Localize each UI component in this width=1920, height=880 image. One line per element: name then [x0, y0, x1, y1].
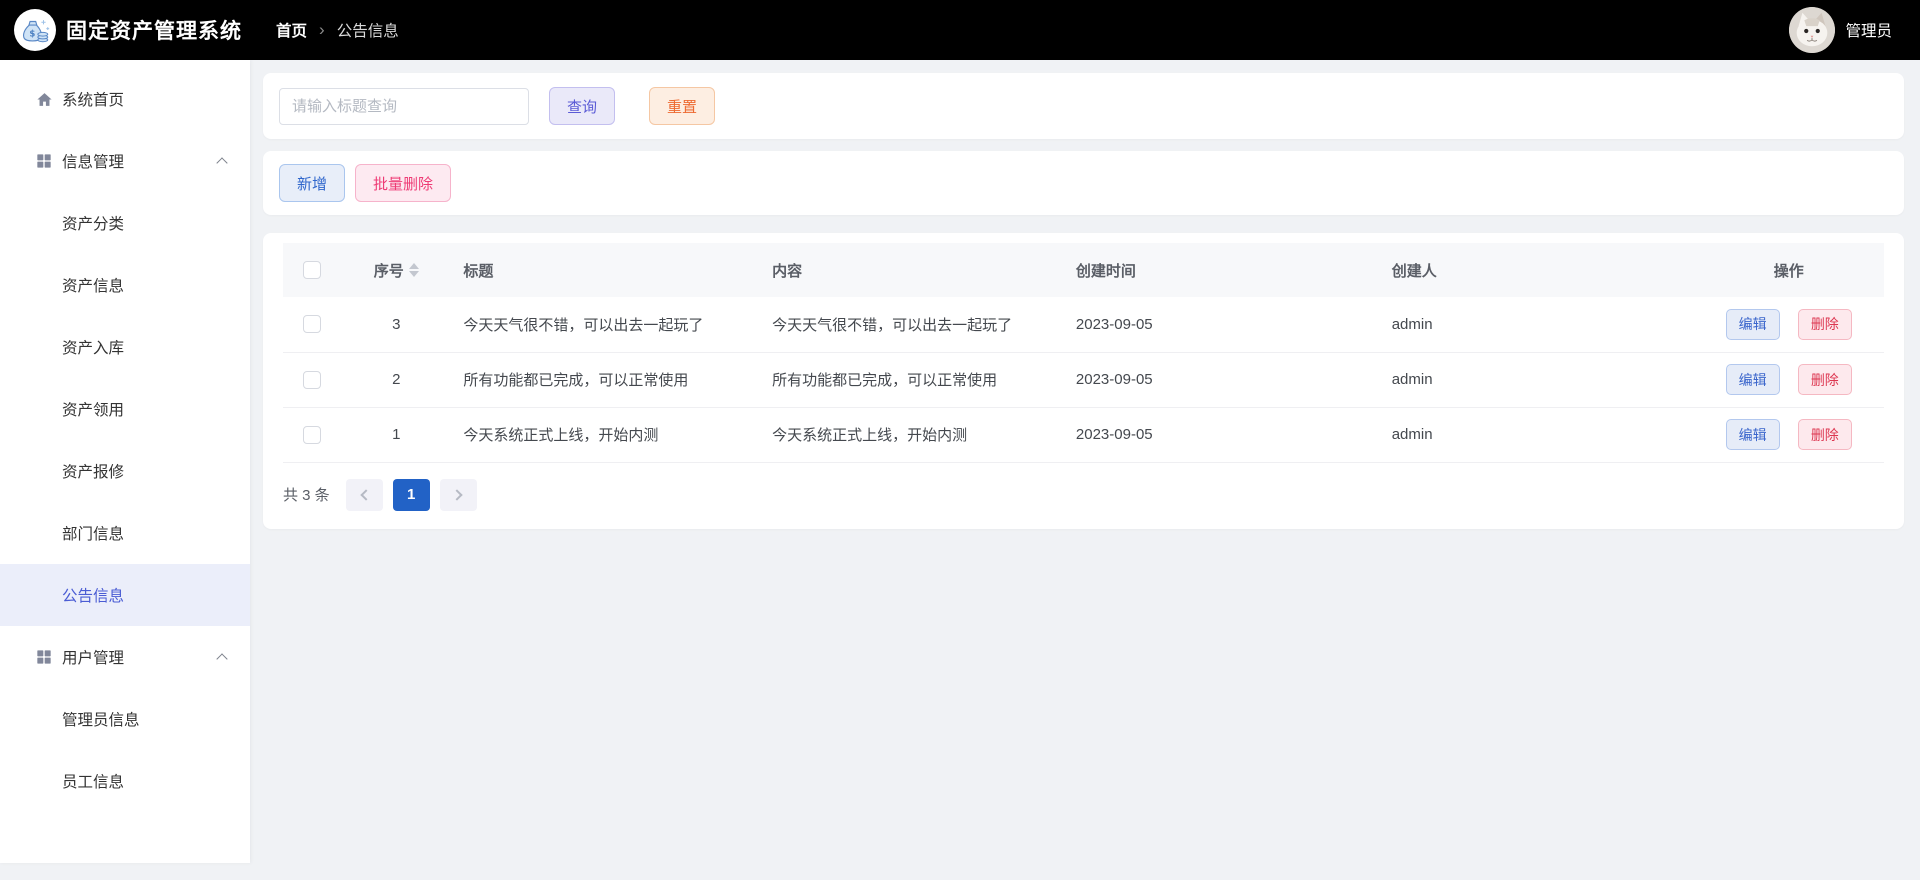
- sidebar-item-label: 系统首页: [62, 92, 125, 109]
- cell-title: 今天天气很不错，可以出去一起玩了: [447, 297, 757, 353]
- cell-seq: 2: [345, 352, 448, 408]
- sidebar-item-info-mgmt[interactable]: 信息管理: [0, 130, 250, 192]
- cell-title: 所有功能都已完成，可以正常使用: [447, 352, 757, 408]
- breadcrumb-home[interactable]: 首页: [276, 19, 307, 41]
- sidebar-item-label: 用户管理: [62, 650, 125, 667]
- sidebar-item-label: 资产信息: [62, 278, 125, 295]
- cell-seq: 3: [345, 297, 448, 353]
- breadcrumb-separator-icon: ›: [319, 20, 325, 39]
- sidebar-item-label: 公告信息: [62, 588, 125, 605]
- sidebar-item-asset-info[interactable]: 资产信息: [0, 254, 250, 316]
- cell-content: 所有功能都已完成，可以正常使用: [756, 352, 1060, 408]
- title-search-input[interactable]: [279, 87, 529, 125]
- column-header-title: 标题: [447, 243, 757, 297]
- svg-text:$: $: [29, 29, 35, 39]
- row-checkbox[interactable]: [303, 425, 321, 444]
- sidebar: 系统首页 信息管理 资产分类 资产信息 资产入库 资产领用 资产报修 部门信息 …: [0, 60, 250, 863]
- breadcrumb: 首页 › 公告信息: [276, 19, 399, 41]
- search-card: 查询 重置: [263, 73, 1904, 139]
- grid-icon: [36, 153, 53, 170]
- grid-icon: [36, 649, 53, 666]
- cell-seq: 1: [345, 407, 448, 463]
- sort-caret-icon[interactable]: [408, 263, 419, 277]
- sidebar-item-asset-use[interactable]: 资产领用: [0, 378, 250, 440]
- column-header-created: 创建时间: [1059, 243, 1376, 297]
- table-header-row: 序号 标题 内容 创建时间 创建人 操作: [283, 243, 1884, 297]
- app-title: 固定资产管理系统: [66, 20, 242, 43]
- sidebar-item-label: 资产入库: [62, 340, 125, 357]
- pagination-total: 共 3 条: [283, 487, 330, 504]
- add-button[interactable]: 新增: [279, 164, 346, 202]
- batch-delete-button[interactable]: 批量删除: [355, 164, 452, 202]
- user-menu[interactable]: 管理员: [1789, 7, 1892, 53]
- cell-created: 2023-09-05: [1059, 407, 1376, 463]
- sidebar-item-label: 信息管理: [62, 154, 125, 171]
- chevron-right-icon: [451, 488, 463, 501]
- delete-button[interactable]: 删除: [1797, 364, 1852, 395]
- pagination-prev-button[interactable]: [345, 478, 383, 511]
- cell-content: 今天天气很不错，可以出去一起玩了: [756, 297, 1060, 353]
- cell-content: 今天系统正式上线，开始内测: [756, 407, 1060, 463]
- announcement-table: 序号 标题 内容 创建时间 创建人 操作 3 今天天气很不错，可以出去一起玩了 …: [283, 243, 1884, 463]
- app-logo: $: [14, 9, 56, 51]
- column-header-seq: 序号: [373, 262, 404, 280]
- column-header-ops: 操作: [1693, 243, 1884, 297]
- home-icon: [36, 91, 53, 108]
- table-row: 2 所有功能都已完成，可以正常使用 所有功能都已完成，可以正常使用 2023-0…: [283, 352, 1884, 408]
- sidebar-item-dept-info[interactable]: 部门信息: [0, 502, 250, 564]
- cell-creator: admin: [1375, 352, 1694, 408]
- sidebar-item-label: 资产报修: [62, 464, 125, 481]
- toolbar-card: 新增 批量删除: [263, 151, 1904, 215]
- select-all-checkbox[interactable]: [303, 261, 321, 280]
- edit-button[interactable]: 编辑: [1725, 308, 1780, 340]
- column-header-content: 内容: [756, 243, 1060, 297]
- cell-creator: admin: [1375, 297, 1694, 353]
- table-card: 序号 标题 内容 创建时间 创建人 操作 3 今天天气很不错，可以出去一起玩了 …: [263, 233, 1904, 529]
- cell-created: 2023-09-05: [1059, 297, 1376, 353]
- sidebar-item-employee-info[interactable]: 员工信息: [0, 750, 250, 812]
- money-bag-icon: $: [22, 20, 50, 43]
- edit-button[interactable]: 编辑: [1725, 419, 1780, 450]
- sidebar-item-home[interactable]: 系统首页: [0, 68, 250, 130]
- sidebar-item-label: 部门信息: [62, 526, 125, 543]
- user-avatar[interactable]: [1789, 7, 1836, 53]
- table-row: 3 今天天气很不错，可以出去一起玩了 今天天气很不错，可以出去一起玩了 2023…: [283, 297, 1884, 353]
- chevron-up-icon: [216, 157, 228, 169]
- chevron-up-icon: [216, 653, 228, 665]
- sidebar-item-label: 资产领用: [62, 402, 125, 419]
- sidebar-item-label: 资产分类: [62, 216, 125, 233]
- app-header: $ 固定资产管理系统 首页 › 公告信息 管理员: [0, 0, 1920, 60]
- delete-button[interactable]: 删除: [1797, 308, 1852, 340]
- reset-button[interactable]: 重置: [649, 87, 716, 125]
- sidebar-item-user-mgmt[interactable]: 用户管理: [0, 626, 250, 688]
- table-row: 1 今天系统正式上线，开始内测 今天系统正式上线，开始内测 2023-09-05…: [283, 407, 1884, 463]
- edit-button[interactable]: 编辑: [1725, 364, 1780, 395]
- sidebar-item-asset-category[interactable]: 资产分类: [0, 192, 250, 254]
- cat-avatar-icon: [1789, 7, 1836, 53]
- sidebar-item-label: 员工信息: [62, 774, 125, 791]
- query-button[interactable]: 查询: [549, 87, 616, 125]
- pagination: 共 3 条 1: [283, 478, 1884, 511]
- sidebar-item-asset-repair[interactable]: 资产报修: [0, 440, 250, 502]
- user-name: 管理员: [1845, 23, 1892, 40]
- cell-title: 今天系统正式上线，开始内测: [447, 407, 757, 463]
- sidebar-menu: 系统首页 信息管理 资产分类 资产信息 资产入库 资产领用 资产报修 部门信息 …: [0, 68, 250, 812]
- pagination-current-page[interactable]: 1: [392, 478, 430, 511]
- main-content: 查询 重置 新增 批量删除 序号: [250, 60, 1920, 880]
- column-header-creator: 创建人: [1375, 243, 1694, 297]
- row-checkbox[interactable]: [303, 315, 321, 334]
- chevron-left-icon: [360, 488, 372, 501]
- sidebar-item-notice-info[interactable]: 公告信息: [0, 564, 250, 626]
- delete-button[interactable]: 删除: [1797, 419, 1852, 450]
- sidebar-item-label: 管理员信息: [62, 712, 140, 729]
- pagination-next-button[interactable]: [439, 478, 477, 511]
- cell-created: 2023-09-05: [1059, 352, 1376, 408]
- cell-creator: admin: [1375, 407, 1694, 463]
- row-checkbox[interactable]: [303, 370, 321, 389]
- breadcrumb-current: 公告信息: [336, 23, 399, 40]
- sidebar-item-admin-info[interactable]: 管理员信息: [0, 688, 250, 750]
- sidebar-item-asset-inbound[interactable]: 资产入库: [0, 316, 250, 378]
